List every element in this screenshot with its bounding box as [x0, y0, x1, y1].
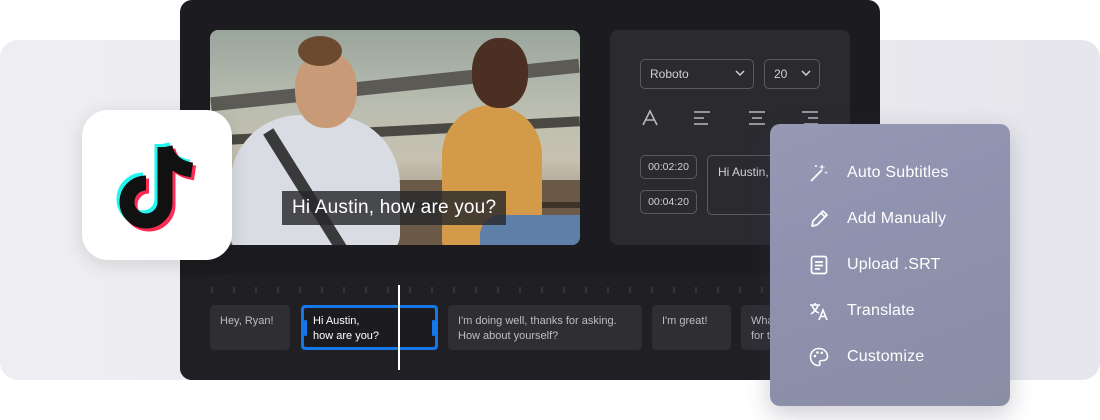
- playhead[interactable]: [398, 285, 400, 370]
- clip-text-line: I'm doing well, thanks for asking.: [458, 315, 617, 327]
- font-family-value: Roboto: [650, 67, 689, 81]
- start-timestamp[interactable]: 00:02:20: [640, 155, 697, 179]
- clip-text-line: how are you?: [313, 330, 380, 342]
- timeline-clip-selected[interactable]: Hi Austin, how are you?: [301, 305, 438, 350]
- menu-item-translate[interactable]: Translate: [808, 298, 915, 324]
- person-left-hair: [298, 36, 342, 66]
- person-left: [230, 115, 400, 245]
- align-left-icon[interactable]: [692, 108, 712, 128]
- trim-handle-left[interactable]: [304, 320, 307, 336]
- clip-text-line: How about yourself?: [458, 330, 559, 342]
- menu-item-label: Upload .SRT: [847, 256, 941, 273]
- clip-text-line: Hi Austin,: [313, 315, 360, 327]
- magic-wand-icon: [810, 164, 828, 182]
- video-preview[interactable]: Hi Austin, how are you?: [210, 30, 580, 245]
- person-right-head: [472, 38, 528, 108]
- document-icon: [810, 255, 828, 275]
- font-family-select[interactable]: Roboto: [640, 59, 754, 89]
- trim-handle-right[interactable]: [432, 320, 435, 336]
- tiktok-logo-icon: [82, 110, 232, 260]
- translate-icon: [810, 303, 828, 321]
- tiktok-glyph-icon: [116, 141, 197, 232]
- align-center-icon[interactable]: [747, 108, 767, 128]
- selected-clip-body: Hi Austin, how are you?: [304, 308, 435, 347]
- menu-item-label: Auto Subtitles: [847, 164, 949, 181]
- text-style-icon[interactable]: [640, 108, 660, 128]
- font-size-value: 20: [774, 67, 788, 81]
- menu-item-label: Add Manually: [847, 210, 947, 227]
- chevron-down-icon: [801, 70, 811, 77]
- chevron-down-icon: [735, 70, 745, 77]
- subtitle-actions-menu: Auto Subtitles Add Manually Upload .SRT …: [770, 124, 1010, 406]
- end-timestamp[interactable]: 00:04:20: [640, 190, 697, 214]
- menu-item-label: Customize: [847, 348, 925, 365]
- menu-item-add-manually[interactable]: Add Manually: [808, 206, 946, 232]
- clip-text-line: I'm great!: [662, 315, 708, 327]
- video-caption-overlay[interactable]: Hi Austin, how are you?: [282, 191, 507, 225]
- palette-icon: [809, 347, 829, 367]
- timeline-clip[interactable]: I'm great!: [652, 305, 731, 350]
- pencil-icon: [811, 210, 828, 227]
- clip-text-line: Hey, Ryan!: [220, 315, 274, 327]
- menu-item-customize[interactable]: Customize: [808, 344, 924, 370]
- menu-item-upload-srt[interactable]: Upload .SRT: [808, 252, 941, 278]
- font-size-select[interactable]: 20: [764, 59, 820, 89]
- timeline-clip[interactable]: I'm doing well, thanks for asking. How a…: [448, 305, 642, 350]
- hero-stage: Hi Austin, how are you? Roboto 20 00:02:…: [0, 0, 1100, 420]
- timeline-ruler: [211, 287, 763, 293]
- menu-item-auto-subtitles[interactable]: Auto Subtitles: [808, 160, 949, 186]
- menu-item-label: Translate: [847, 302, 915, 319]
- timeline-clip[interactable]: Hey, Ryan!: [210, 305, 290, 350]
